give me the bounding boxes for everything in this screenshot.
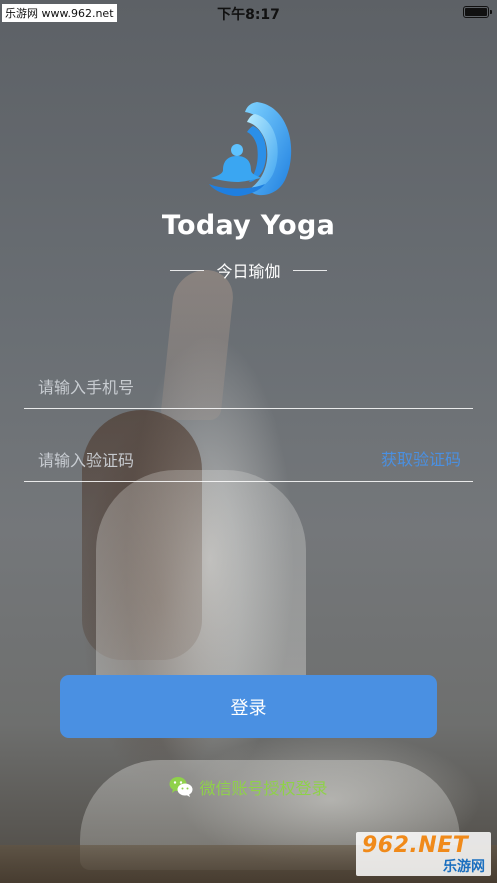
status-bar: 乐游网 www.962.net 下午8:17 — [0, 0, 497, 26]
get-code-button[interactable]: 获取验证码 — [381, 446, 461, 470]
phone-placeholder: 请输入手机号 — [38, 378, 135, 397]
login-screen: 乐游网 www.962.net 下午8:17 Today Yoga 今日瑜伽 请… — [0, 0, 497, 883]
yoga-meditation-logo-icon — [199, 100, 299, 200]
watermark-top: 962.NET — [362, 833, 469, 858]
app-title: Today Yoga — [161, 210, 336, 241]
subtitle-text: 今日瑜伽 — [216, 262, 281, 281]
phone-input[interactable]: 请输入手机号 — [24, 364, 473, 409]
subtitle-left-divider — [170, 269, 205, 271]
wechat-login-label: 微信账号授权登录 — [199, 779, 328, 798]
app-subtitle: 今日瑜伽 — [0, 258, 497, 282]
battery-icon — [463, 6, 492, 18]
watermark-logo: 962.NET 乐游网 — [356, 832, 491, 876]
wechat-icon — [169, 776, 193, 798]
watermark-bottom: 乐游网 — [443, 859, 485, 875]
status-time: 下午8:17 — [217, 7, 280, 23]
verification-code-input[interactable]: 请输入验证码 获取验证码 — [24, 437, 473, 482]
code-placeholder: 请输入验证码 — [38, 451, 135, 470]
wechat-login-button[interactable]: 微信账号授权登录 — [0, 775, 497, 799]
login-button[interactable]: 登录 — [60, 675, 437, 738]
subtitle-right-divider — [292, 269, 327, 271]
